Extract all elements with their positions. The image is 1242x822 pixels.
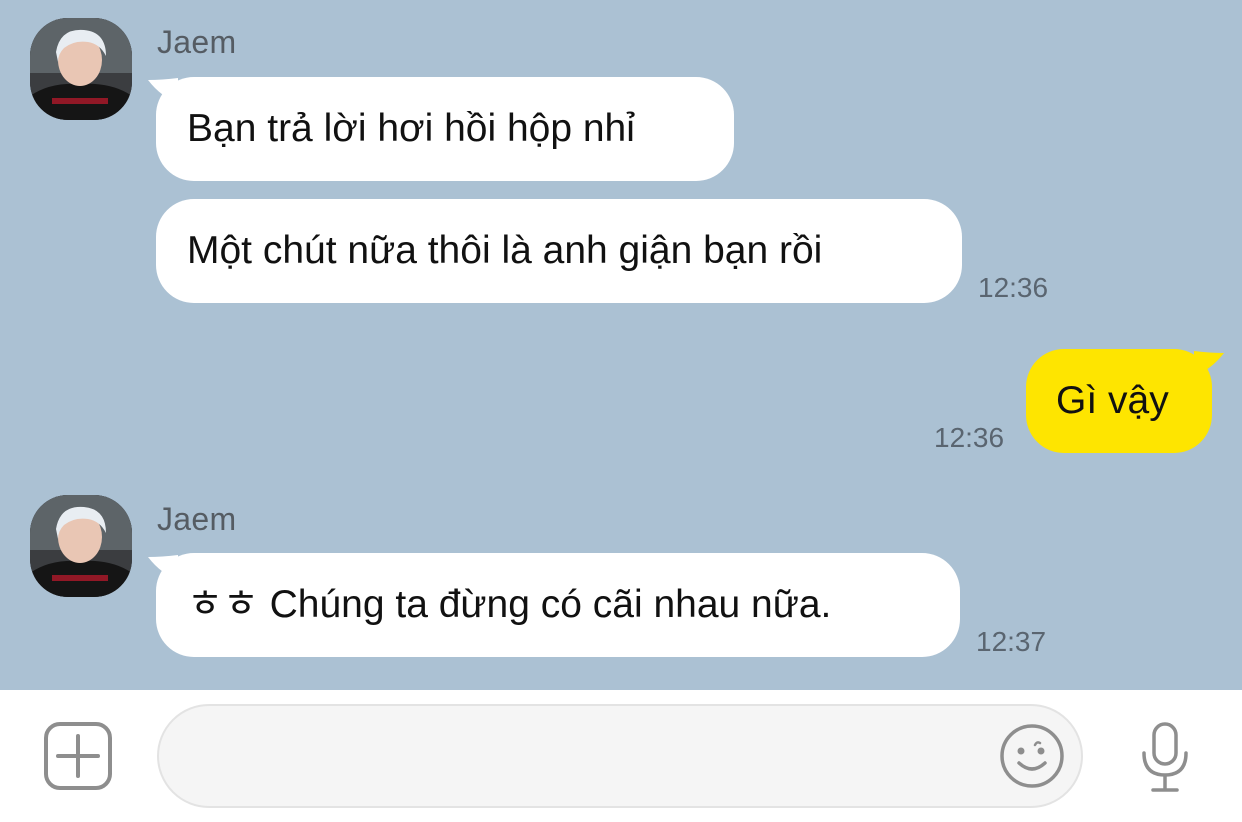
avatar-photo	[30, 495, 132, 597]
sender-avatar[interactable]	[30, 495, 132, 597]
message-timestamp: 12:36	[934, 422, 1005, 453]
sender-name: Jaem	[157, 24, 237, 60]
voice-message-button[interactable]	[1134, 720, 1196, 796]
microphone-icon	[1142, 722, 1188, 792]
add-attachment-button[interactable]	[42, 720, 114, 792]
emoji-button[interactable]	[998, 722, 1066, 790]
input-bar	[0, 690, 1242, 822]
message-input[interactable]	[157, 704, 1083, 808]
incoming-message-bubble[interactable]: Bạn trả lời hơi hồi hộp nhỉ	[156, 77, 734, 181]
incoming-message-bubble[interactable]: ㅎㅎ Chúng ta đừng có cãi nhau nữa.	[156, 553, 960, 657]
message-timestamp: 12:37	[976, 626, 1047, 657]
avatar-photo	[30, 18, 132, 120]
sender-avatar[interactable]	[30, 18, 132, 120]
message-timestamp: 12:36	[978, 272, 1049, 303]
incoming-message-bubble[interactable]: Một chút nữa thôi là anh giận bạn rồi	[156, 199, 962, 303]
emoji-icon	[1000, 724, 1064, 788]
outgoing-message-bubble[interactable]: Gì vậy	[1026, 349, 1212, 453]
bubble-tail	[1194, 351, 1224, 375]
sender-name: Jaem	[157, 501, 237, 537]
chat-area[interactable]: Jaem Bạn trả lời hơi hồi hộp nhỉ Một chú…	[0, 0, 1242, 690]
plus-icon	[44, 722, 112, 790]
